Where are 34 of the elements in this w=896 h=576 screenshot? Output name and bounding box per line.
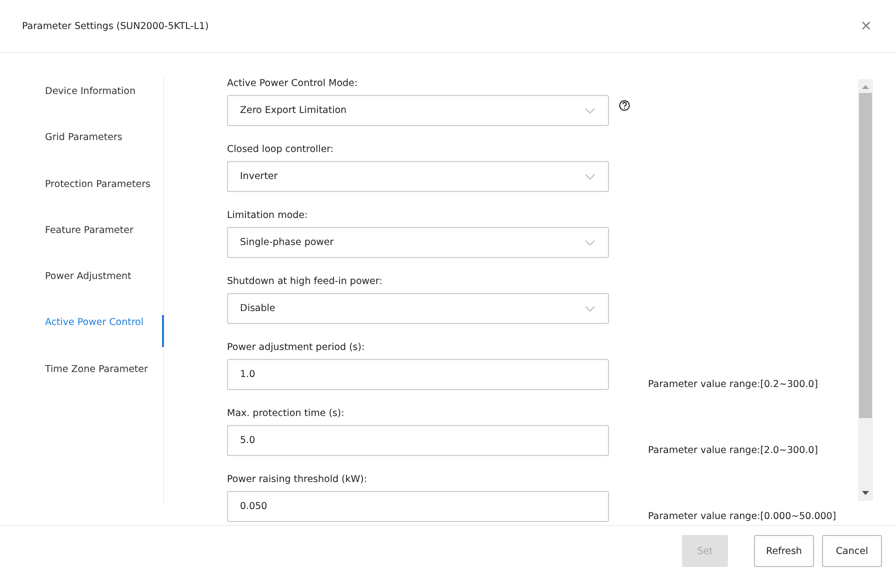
sidebar-item[interactable]: Device Information bbox=[0, 84, 164, 130]
chevron-down-icon bbox=[585, 174, 595, 180]
help-icon[interactable] bbox=[619, 100, 630, 111]
sidebar-item[interactable]: Protection Parameters bbox=[0, 176, 164, 223]
dropdown[interactable]: Disable bbox=[227, 293, 609, 324]
dropdown[interactable]: Inverter bbox=[227, 161, 609, 192]
input-field[interactable]: 5.0 bbox=[227, 425, 609, 456]
chevron-down-icon bbox=[585, 240, 595, 246]
scrollbar[interactable] bbox=[858, 79, 873, 501]
field-label: Max. protection time (s): bbox=[227, 408, 346, 419]
sidebar-item[interactable]: Power Adjustment bbox=[0, 269, 164, 316]
field-label: Power raising threshold (kW): bbox=[227, 474, 368, 485]
field-label: Power adjustment period (s): bbox=[227, 342, 366, 353]
sidebar-item[interactable]: Time Zone Parameter bbox=[0, 362, 164, 408]
input-field[interactable]: 1.0 bbox=[227, 359, 609, 390]
field-label: Shutdown at high feed-in power: bbox=[227, 276, 384, 287]
dialog-button[interactable]: Refresh bbox=[754, 535, 814, 567]
dropdown[interactable]: Single-phase power bbox=[227, 227, 609, 258]
input-field[interactable]: 0.050 bbox=[227, 491, 609, 522]
close-button[interactable]: × bbox=[858, 18, 874, 34]
field-label: Active Power Control Mode: bbox=[227, 78, 359, 89]
chevron-down-icon bbox=[585, 108, 595, 114]
field-label: Limitation mode: bbox=[227, 210, 309, 221]
sidebar-item[interactable]: Active Power Control bbox=[0, 315, 164, 348]
sidebar-item[interactable]: Feature Parameter bbox=[0, 222, 164, 270]
range-hint: Parameter value range:[0.000~50.000] bbox=[648, 511, 836, 522]
range-hint: Parameter value range:[2.0~300.0] bbox=[648, 445, 818, 456]
dropdown[interactable]: Zero Export Limitation bbox=[227, 95, 609, 126]
chevron-down-icon bbox=[585, 306, 595, 312]
dialog-button[interactable]: Cancel bbox=[822, 535, 882, 567]
dialog-title: Parameter Settings (SUN2000-5KTL-L1) bbox=[22, 20, 209, 32]
sidebar-item[interactable]: Grid Parameters bbox=[0, 130, 164, 177]
field-label: Closed loop controller: bbox=[227, 144, 335, 155]
range-hint: Parameter value range:[0.2~300.0] bbox=[648, 379, 818, 390]
